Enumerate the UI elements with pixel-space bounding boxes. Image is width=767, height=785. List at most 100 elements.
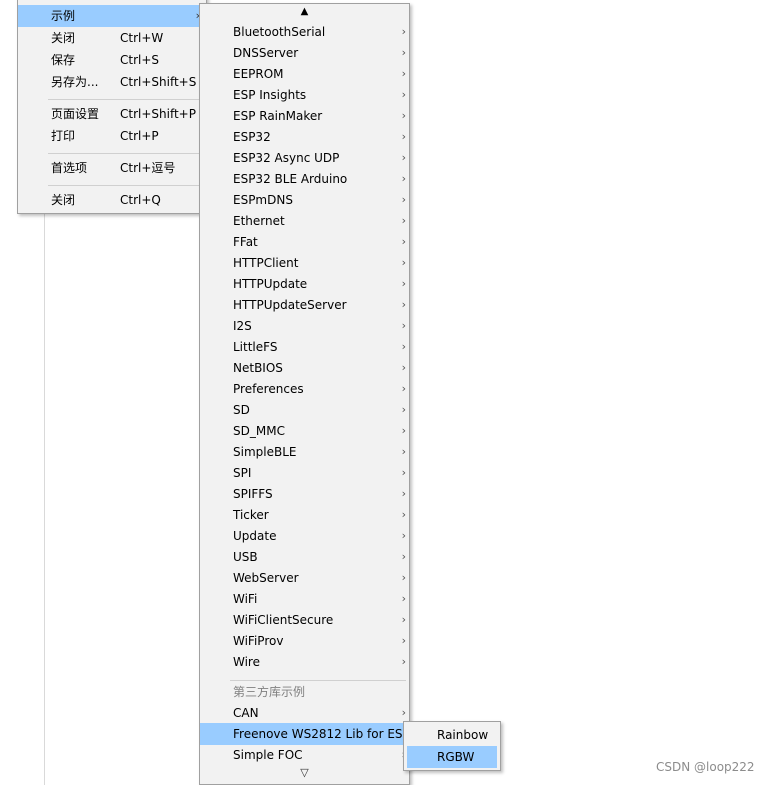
- menu-item-label: 示例: [51, 9, 76, 23]
- menu-item-shortcut: Ctrl+P: [120, 129, 159, 143]
- examples-item[interactable]: ESP RainMaker ›: [200, 105, 409, 127]
- menu-item-label: 页面设置: [51, 107, 100, 121]
- chevron-right-icon: ›: [401, 298, 406, 311]
- examples-item[interactable]: Update ›: [200, 525, 409, 547]
- examples-item[interactable]: NetBIOS ›: [200, 357, 409, 379]
- menu-item-shortcut: Ctrl+W: [120, 31, 164, 45]
- examples-item[interactable]: FFat ›: [200, 231, 409, 253]
- examples-item[interactable]: WebServer ›: [200, 567, 409, 589]
- watermark: CSDN @loop222: [656, 760, 755, 774]
- menu-item-save[interactable]: 保存 Ctrl+S: [18, 49, 206, 71]
- menu-item-label: SPIFFS: [233, 487, 273, 501]
- menu-item-label: I2S: [233, 319, 252, 333]
- chevron-right-icon: ›: [401, 235, 406, 248]
- menu-item-label: Ethernet: [233, 214, 285, 228]
- menu-separator: [48, 99, 203, 100]
- examples-item[interactable]: SPIFFS ›: [200, 483, 409, 505]
- examples-item[interactable]: Wire ›: [200, 651, 409, 673]
- menu-item-label: 另存为...: [51, 75, 99, 89]
- menu-item-quit[interactable]: 关闭 Ctrl+Q: [18, 189, 206, 211]
- examples-item[interactable]: I2S ›: [200, 315, 409, 337]
- menu-item-label: ESPmDNS: [233, 193, 293, 207]
- chevron-right-icon: ›: [401, 529, 406, 542]
- examples-item[interactable]: SD ›: [200, 399, 409, 421]
- scroll-down-arrow-icon[interactable]: ▽: [200, 767, 409, 779]
- chevron-right-icon: ›: [401, 340, 406, 353]
- chevron-right-icon: ›: [401, 550, 406, 563]
- menu-item-preferences[interactable]: 首选项 Ctrl+逗号: [18, 157, 206, 179]
- menu-item-label: Simple FOC: [233, 748, 303, 762]
- menu-item-save-as[interactable]: 另存为... Ctrl+Shift+S: [18, 71, 206, 93]
- menu-item-label: EEPROM: [233, 67, 284, 81]
- chevron-right-icon: ›: [401, 361, 406, 374]
- menu-item-label: ESP Insights: [233, 88, 307, 102]
- menu-item-label: USB: [233, 550, 258, 564]
- examples-item[interactable]: WiFiProv ›: [200, 630, 409, 652]
- examples-item-can[interactable]: CAN ›: [200, 702, 409, 724]
- examples-item[interactable]: BluetoothSerial ›: [200, 21, 409, 43]
- menu-item-label: SD: [233, 403, 250, 417]
- chevron-right-icon: ›: [401, 193, 406, 206]
- menu-item-label: Ticker: [233, 508, 269, 522]
- examples-item[interactable]: LittleFS ›: [200, 336, 409, 358]
- menu-item-shortcut: Ctrl+S: [120, 53, 160, 67]
- menu-item-label: NetBIOS: [233, 361, 283, 375]
- freenove-lib-submenu: Rainbow RGBW: [403, 721, 501, 771]
- menu-item-label: SPI: [233, 466, 252, 480]
- lib-item-rgbw[interactable]: RGBW: [407, 746, 497, 768]
- examples-item[interactable]: ESP32 Async UDP ›: [200, 147, 409, 169]
- chevron-right-icon: ›: [401, 256, 406, 269]
- scroll-up-arrow-icon[interactable]: ▲: [200, 6, 409, 18]
- examples-item[interactable]: ESP32 ›: [200, 126, 409, 148]
- menu-item-shortcut: Ctrl+Shift+S: [120, 75, 197, 89]
- menu-item-label: CAN: [233, 706, 259, 720]
- examples-item[interactable]: WiFi ›: [200, 588, 409, 610]
- examples-item[interactable]: SPI ›: [200, 462, 409, 484]
- menu-item-label: WebServer: [233, 571, 299, 585]
- menu-item-label: ESP32 Async UDP: [233, 151, 340, 165]
- menu-item-print[interactable]: 打印 Ctrl+P: [18, 125, 206, 147]
- chevron-right-icon: ›: [401, 319, 406, 332]
- examples-item[interactable]: WiFiClientSecure ›: [200, 609, 409, 631]
- examples-item[interactable]: DNSServer ›: [200, 42, 409, 64]
- menu-item-examples[interactable]: 示例 ›: [18, 5, 206, 27]
- chevron-right-icon: ›: [401, 571, 406, 584]
- menu-separator: [48, 153, 203, 154]
- examples-item[interactable]: EEPROM ›: [200, 63, 409, 85]
- chevron-right-icon: ›: [401, 88, 406, 101]
- chevron-right-icon: ›: [401, 592, 406, 605]
- examples-item[interactable]: ESPmDNS ›: [200, 189, 409, 211]
- examples-submenu: ▲ BluetoothSerial › DNSServer › EEPROM › ESP I…: [199, 3, 410, 785]
- examples-item[interactable]: Ethernet ›: [200, 210, 409, 232]
- examples-item[interactable]: HTTPClient ›: [200, 252, 409, 274]
- menu-item-label: Rainbow: [437, 728, 489, 742]
- menu-item-label: BluetoothSerial: [233, 25, 326, 39]
- menu-item-label: FFat: [233, 235, 258, 249]
- examples-item[interactable]: SD_MMC ›: [200, 420, 409, 442]
- menu-item-page-setup[interactable]: 页面设置 Ctrl+Shift+P: [18, 103, 206, 125]
- examples-item[interactable]: Ticker ›: [200, 504, 409, 526]
- examples-item[interactable]: Preferences ›: [200, 378, 409, 400]
- examples-item[interactable]: USB ›: [200, 546, 409, 568]
- chevron-right-icon: ›: [401, 445, 406, 458]
- chevron-right-icon: ›: [401, 655, 406, 668]
- chevron-right-icon: ›: [401, 466, 406, 479]
- examples-item[interactable]: SimpleBLE ›: [200, 441, 409, 463]
- examples-item[interactable]: ESP32 BLE Arduino ›: [200, 168, 409, 190]
- file-menu: 示例 › 关闭 Ctrl+W 保存 Ctrl+S 另存为... Ctrl+Shi…: [17, 0, 207, 214]
- chevron-right-icon: ›: [401, 403, 406, 416]
- chevron-right-icon: ›: [401, 109, 406, 122]
- menu-separator: [48, 185, 203, 186]
- examples-item-freenove-ws2812[interactable]: Freenove WS2812 Lib for ESP32: [200, 723, 409, 745]
- menu-item-label: WiFiProv: [233, 634, 284, 648]
- examples-item[interactable]: HTTPUpdateServer ›: [200, 294, 409, 316]
- menu-item-label: ESP32: [233, 130, 271, 144]
- lib-item-rainbow[interactable]: Rainbow: [404, 724, 500, 746]
- menu-item-shortcut: Ctrl+Q: [120, 193, 161, 207]
- menu-item-label: LittleFS: [233, 340, 278, 354]
- examples-item[interactable]: HTTPUpdate ›: [200, 273, 409, 295]
- examples-item-simple-foc[interactable]: Simple FOC ›: [200, 744, 409, 766]
- chevron-right-icon: ›: [401, 613, 406, 626]
- examples-item[interactable]: ESP Insights ›: [200, 84, 409, 106]
- menu-item-close[interactable]: 关闭 Ctrl+W: [18, 27, 206, 49]
